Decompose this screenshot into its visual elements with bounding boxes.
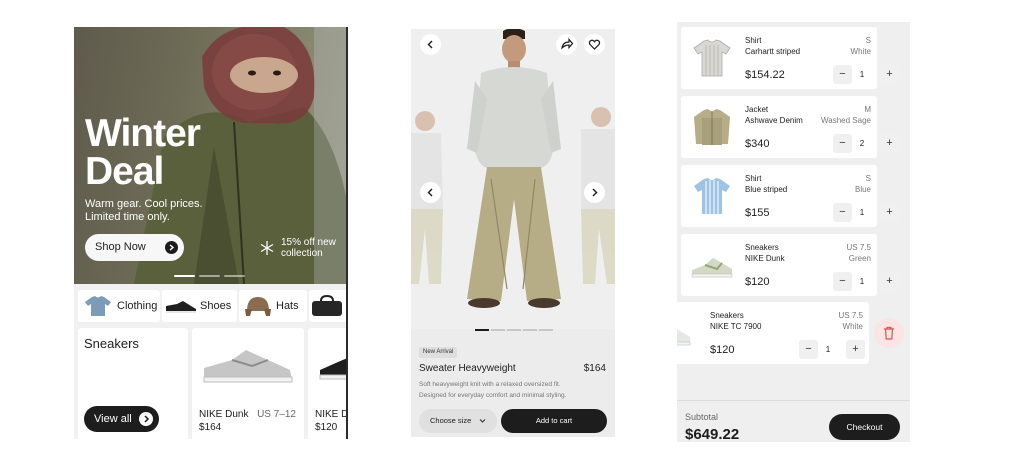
category-shoes[interactable]: Shoes [162, 290, 237, 322]
back-button[interactable] [420, 34, 441, 55]
share-button[interactable] [556, 34, 577, 55]
item-variant: US 7.5 White [838, 311, 863, 331]
cart-item: Shirt Carhartt striped S White $154.22 −… [681, 27, 899, 89]
item-variant: M Washed Sage [821, 105, 871, 125]
increase-qty-button[interactable]: + [880, 134, 899, 153]
item-price: $154.22 [745, 69, 785, 81]
product-screen: New Arrival Sweater Heavyweight $164 Sof… [411, 29, 615, 437]
checkout-button[interactable]: Checkout [829, 414, 900, 440]
decrease-qty-button[interactable]: − [833, 65, 852, 84]
gallery-dot[interactable] [539, 329, 553, 331]
snowflake-icon [259, 240, 275, 256]
item-name: Sneakers NIKE TC 7900 [710, 311, 762, 331]
hat-icon [243, 295, 273, 317]
product-name: Sweater Heavyweight [419, 363, 516, 374]
shop-now-button[interactable]: Shop Now [85, 234, 184, 261]
category-clothing[interactable]: Clothing [78, 290, 160, 322]
increase-qty-button[interactable]: + [880, 65, 899, 84]
item-price: $120 [710, 344, 735, 356]
item-price: $340 [745, 138, 770, 150]
arrow-right-icon [165, 241, 178, 254]
view-all-button[interactable]: View all [84, 406, 159, 432]
item-name: Shirt Blue striped [745, 174, 788, 194]
trash-icon [883, 326, 895, 340]
carousel-dot[interactable] [174, 275, 195, 277]
section-title: Sneakers [84, 336, 139, 351]
decrease-qty-button[interactable]: − [833, 134, 852, 153]
carousel-dot[interactable] [199, 275, 220, 277]
item-name: Sneakers NIKE Dunk [745, 243, 785, 263]
product-image [202, 346, 294, 386]
product-thumbnail [691, 106, 733, 148]
arrow-right-icon [139, 412, 153, 426]
previous-image-button[interactable] [420, 182, 441, 203]
category-bags[interactable] [309, 290, 346, 322]
item-variant: US 7.5 Green [846, 243, 871, 263]
favorite-button[interactable] [584, 34, 605, 55]
item-price: $155 [745, 207, 770, 219]
product-thumbnail [691, 244, 733, 286]
subtotal-label: Subtotal [685, 412, 719, 422]
heart-icon [584, 34, 605, 55]
cart-item: Shirt Blue striped S Blue $155 − 1 + [681, 165, 899, 227]
item-quantity: 1 [859, 70, 865, 79]
choose-size-dropdown[interactable]: Choose size [419, 409, 497, 433]
increase-qty-button[interactable]: + [880, 272, 899, 291]
decrease-qty-button[interactable]: − [833, 272, 852, 291]
product-thumbnail [691, 175, 733, 217]
promo-text: 15% off new collection [281, 237, 336, 259]
cart-item: Sneakers NIKE Dunk US 7.5 Green $120 − 1… [681, 234, 899, 296]
increase-qty-button[interactable]: + [880, 203, 899, 222]
new-arrival-badge: New Arrival [419, 347, 458, 358]
carousel-dot[interactable] [224, 275, 245, 277]
cart-screen: Shirt Carhartt striped S White $154.22 −… [677, 22, 910, 442]
gallery-dot[interactable] [523, 329, 537, 331]
section-card-sneakers: Sneakers View all [78, 328, 188, 439]
next-image-button[interactable] [584, 182, 605, 203]
chevron-down-icon [479, 418, 486, 424]
divider [677, 400, 910, 401]
increase-qty-button[interactable]: + [846, 340, 865, 359]
item-quantity: 1 [825, 345, 831, 354]
hero-title: Winter Deal [85, 112, 201, 193]
gallery-dot[interactable] [475, 329, 489, 331]
product-photo [411, 29, 615, 308]
delete-item-button[interactable] [874, 318, 904, 348]
product-card[interactable]: NIKE Dunk US 7–12 $164 [192, 328, 304, 439]
decrease-qty-button[interactable]: − [799, 340, 818, 359]
item-name: Jacket Ashwave Denim [745, 105, 803, 125]
cart-item-swiped[interactable]: Sneakers NIKE TC 7900 US 7.5 White $120 … [677, 302, 869, 364]
shirt-icon [84, 295, 112, 317]
cart-item: Jacket Ashwave Denim M Washed Sage $340 … [681, 96, 899, 158]
product-thumbnail [677, 312, 691, 354]
hero-subtitle: Warm gear. Cool prices. Limited time onl… [85, 198, 203, 223]
item-name: Shirt Carhartt striped [745, 36, 801, 56]
gallery-dot[interactable] [491, 329, 505, 331]
item-variant: S Blue [854, 174, 871, 194]
bag-icon [311, 295, 343, 317]
product-card[interactable]: NIKE Du $120 [308, 328, 346, 439]
product-price: $164 [583, 363, 606, 374]
item-quantity: 1 [859, 277, 865, 286]
gallery-dot[interactable] [507, 329, 521, 331]
home-screen: Winter Deal Warm gear. Cool prices. Limi… [74, 27, 348, 439]
item-quantity: 1 [859, 208, 865, 217]
product-thumbnail [691, 37, 733, 79]
product-description: Soft heavyweight knit with a relaxed ove… [419, 381, 567, 399]
item-variant: S White [850, 36, 871, 56]
sneaker-icon [165, 300, 197, 314]
product-gallery[interactable] [411, 29, 615, 331]
subtotal-value: $649.22 [685, 426, 740, 442]
product-image [318, 354, 346, 382]
item-price: $120 [745, 276, 770, 288]
decrease-qty-button[interactable]: − [833, 203, 852, 222]
hero-banner: Winter Deal Warm gear. Cool prices. Limi… [74, 27, 346, 284]
share-icon [556, 34, 577, 55]
add-to-cart-button[interactable]: Add to cart [501, 409, 607, 433]
category-hats[interactable]: Hats [239, 290, 307, 322]
item-quantity: 2 [859, 139, 865, 148]
